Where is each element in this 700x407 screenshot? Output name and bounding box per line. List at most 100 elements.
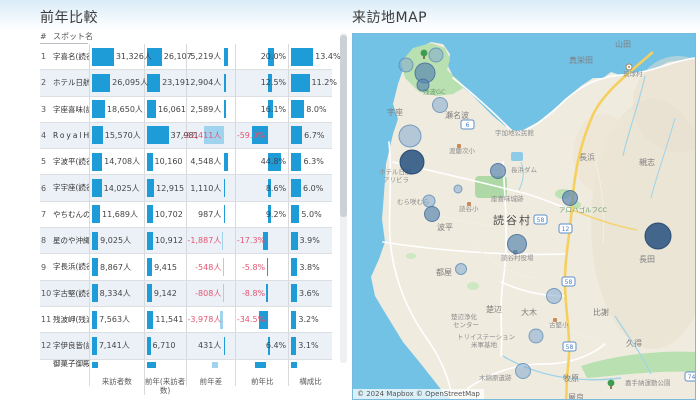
visitors-value: 18,650人 [107, 104, 143, 115]
visit-bubble[interactable] [563, 191, 578, 206]
diff-cell: 2,904人 [186, 70, 236, 95]
map-label: 真栄田 [569, 55, 593, 65]
spot-name: 字座喜味(読谷村) [53, 97, 89, 122]
route-shield-number: 58 [537, 217, 545, 224]
share-cell: 5.0% [288, 202, 332, 227]
visitors-bar [92, 205, 100, 223]
map-label: 宇座 [387, 107, 403, 117]
yoy-value: -17.3% [237, 236, 265, 245]
footer-label-text: 前年(来訪者数) [145, 368, 186, 396]
visitors-value: 11,689人 [102, 209, 138, 220]
visitors-bar [92, 153, 102, 171]
prev-cell: 10,160 [144, 149, 186, 174]
prev-cell: 9,415 [144, 254, 186, 279]
diff-cell: 4,548人 [186, 149, 236, 174]
visit-bubble[interactable] [400, 150, 424, 174]
table-row[interactable]: 8星のや沖縄9,025人10,912-1,887人-17.3%3.9% [40, 228, 332, 254]
visitors-bar [92, 100, 105, 118]
visitors-bar [92, 48, 114, 66]
prev-cell: 9,142 [144, 281, 186, 306]
yoy-value: 16.1% [261, 105, 286, 114]
visitors-bar [92, 179, 102, 197]
spot-name: 字喜名(読谷村) [53, 44, 89, 69]
visit-bubble[interactable] [425, 207, 440, 222]
yoy-cell: -5.8% [235, 254, 288, 279]
table-row[interactable]: 1字喜名(読谷村)31,326人26,1075,219人20.0%13.4% [40, 44, 332, 70]
yoy-comparison-table: #スポット名 1字喜名(読谷村)31,326人26,1075,219人20.0%… [40, 30, 332, 395]
visit-bubble[interactable] [429, 48, 443, 62]
visit-bubble[interactable] [456, 264, 467, 275]
prev-value: 26,107 [164, 52, 192, 61]
diff-bar [224, 100, 226, 118]
scrollbar-thumb[interactable] [340, 35, 347, 217]
visit-bubble[interactable] [491, 164, 506, 179]
table-row[interactable]: 11残波岬(残波岬公園)7,563人11,541-3,978人-34.5%3.2… [40, 307, 332, 333]
table-row[interactable]: 10字古堅(読谷村)8,334人9,142-808人-8.8%3.6% [40, 281, 332, 307]
row-number: 8 [40, 228, 53, 253]
visit-bubble[interactable] [516, 364, 531, 379]
map-label: アリビラ [383, 175, 409, 184]
table-row[interactable]: 9字長浜(読谷村)8,867人9,415-548人-5.8%3.8% [40, 254, 332, 280]
share-cell: 11.2% [288, 70, 332, 95]
diff-value: 4,548人 [190, 156, 221, 167]
fragment-cell [235, 360, 288, 368]
visit-bubble[interactable] [417, 79, 429, 91]
map-label: 屋良 [568, 392, 584, 399]
visit-bubble[interactable] [433, 98, 448, 113]
map-label: アロハゴルフCC [559, 205, 608, 214]
share-cell: 3.1% [288, 333, 332, 358]
yoy-cell: 12.5% [235, 70, 288, 95]
table-row[interactable]: 3字座喜味(読谷村)18,650人16,0612,589人16.1%8.0% [40, 97, 332, 123]
table-row[interactable]: 2ホテル日航アリビ26,095人23,1912,904人12.5%11.2% [40, 70, 332, 96]
visit-bubble[interactable] [399, 58, 413, 72]
share-value: 5.0% [301, 210, 321, 219]
table-row[interactable]: 4RoyalHotel 沖..15,570人37,981-22,411人-59.… [40, 123, 332, 149]
table-scrollbar[interactable] [340, 33, 347, 363]
table-row[interactable]: 12字伊良皆(読谷村)7,141人6,710431人6.4%3.1% [40, 333, 332, 359]
yoy-cell: 44.8% [235, 149, 288, 174]
prev-value: 12,915 [156, 184, 184, 193]
map-label: 楚辺 [486, 304, 502, 314]
row-number: 1 [40, 44, 53, 69]
yoy-cell: 8.6% [235, 175, 288, 200]
share-bar [291, 100, 304, 118]
diff-value: 431人 [198, 340, 221, 351]
diff-cell: -548人 [186, 254, 236, 279]
visit-map[interactable]: 山田真栄田琉球村宇座瀬名波残波GC宇加地公民館渡慶次小長浜ダム長浜親志ホテル日航… [352, 33, 696, 400]
table-row[interactable]: 5字波平(読谷村)14,708人10,1604,548人44.8%6.3% [40, 149, 332, 175]
visitors-cell: 18,650人 [89, 97, 144, 122]
prev-cell: 10,912 [144, 228, 186, 253]
visit-bubble[interactable] [423, 195, 435, 207]
table-row-partial[interactable]: 御菓子御殿読谷本 [40, 360, 332, 368]
map-label: 古堅小 [549, 320, 569, 329]
share-bar [291, 179, 301, 197]
visit-bubble[interactable] [529, 329, 543, 343]
table-footer: 来訪者数前年(来訪者数)前年差前年比構成比 [40, 368, 332, 396]
visitors-cell: 11,689人 [89, 202, 144, 227]
visit-bubble[interactable] [547, 289, 562, 304]
prev-cell: 6,710 [144, 333, 186, 358]
table-row[interactable]: 7やちむんの里11,689人10,702987人9.2%5.0% [40, 202, 332, 228]
visitors-cell: 14,025人 [89, 175, 144, 200]
yoy-value: -59.0% [237, 131, 265, 140]
row-number: 2 [40, 70, 53, 95]
row-number: 6 [40, 175, 53, 200]
share-value: 3.8% [299, 263, 319, 272]
diff-bar [224, 48, 229, 66]
table-row[interactable]: 6字宇座(読谷村)14,025人12,9151,110人8.6%6.0% [40, 175, 332, 201]
footer-label-text: 前年比 [236, 368, 288, 386]
share-bar [291, 284, 297, 302]
visit-bubble[interactable] [508, 235, 527, 254]
yoy-cell: -59.0% [235, 123, 288, 148]
visitors-cell: 14,708人 [89, 149, 144, 174]
map-label: トリイステーション [457, 333, 515, 341]
map-label: 渡慶次小 [449, 146, 476, 155]
visit-bubble[interactable] [399, 125, 421, 147]
visitors-cell: 26,095人 [89, 70, 144, 95]
visit-bubble[interactable] [645, 223, 671, 249]
share-cell: 6.3% [288, 149, 332, 174]
diff-cell: 431人 [186, 333, 236, 358]
yoy-value: -8.8% [242, 289, 265, 298]
visit-bubble[interactable] [454, 185, 462, 193]
footer-label-text: 構成比 [289, 368, 332, 386]
